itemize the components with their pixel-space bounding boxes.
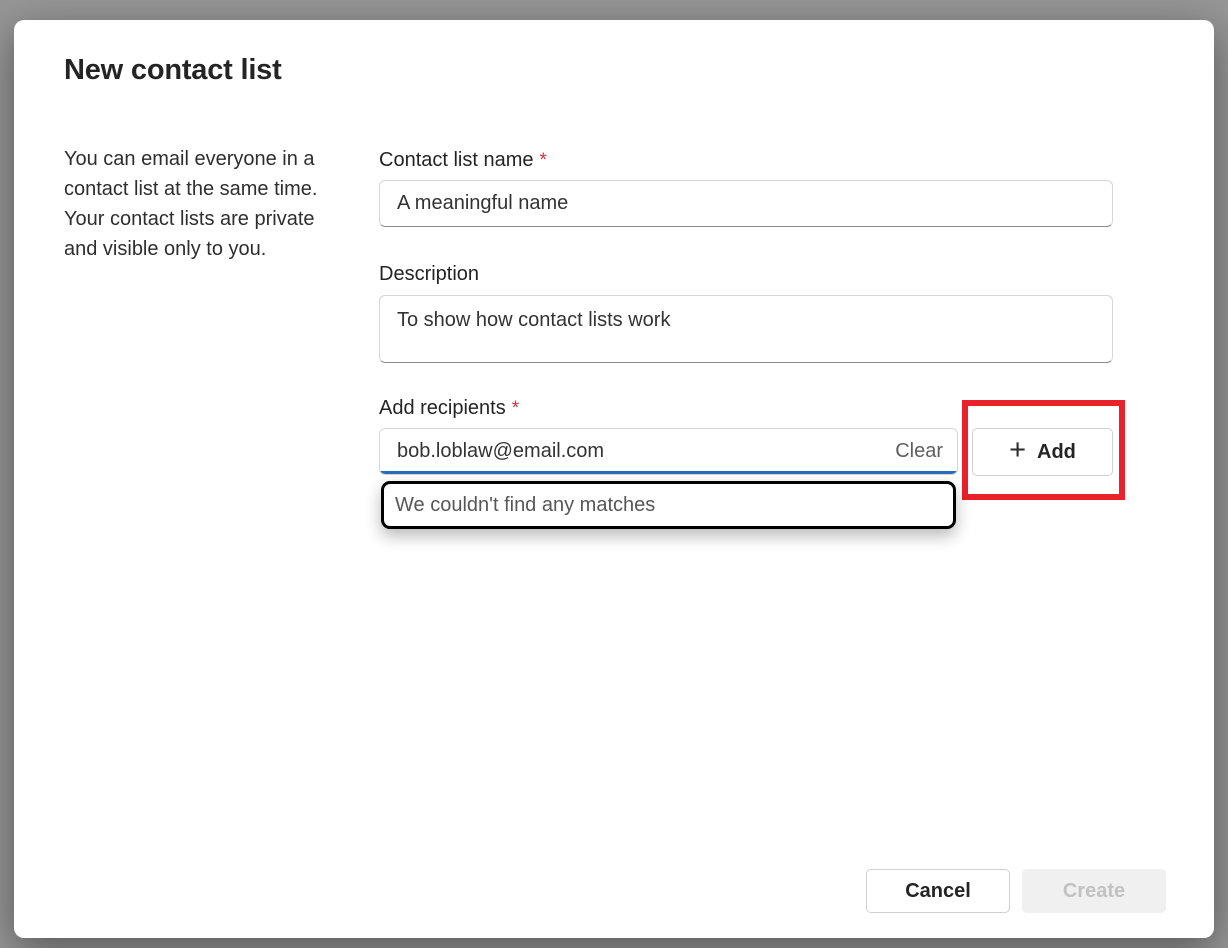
- recipient-suggestions-dropdown: We couldn't find any matches: [381, 481, 956, 529]
- clear-button[interactable]: Clear: [895, 429, 943, 473]
- cancel-button[interactable]: Cancel: [866, 869, 1010, 913]
- description-label: Description: [379, 263, 1113, 285]
- page-title: New contact list: [64, 54, 282, 87]
- add-recipients-label-text: Add recipients: [379, 397, 506, 419]
- no-matches-message: We couldn't find any matches: [395, 494, 655, 517]
- new-contact-list-dialog: New contact list You can email everyone …: [14, 20, 1214, 938]
- required-asterisk: *: [540, 150, 547, 171]
- contact-list-info-text: You can email everyone in a contact list…: [64, 144, 344, 264]
- modal-backdrop: New contact list You can email everyone …: [0, 0, 1228, 948]
- contact-list-name-label: Contact list name *: [379, 149, 1113, 171]
- description-textarea[interactable]: To show how contact lists work: [379, 295, 1113, 363]
- add-button-label: Add: [1037, 441, 1076, 464]
- add-recipients-label: Add recipients *: [379, 397, 1113, 419]
- create-button[interactable]: Create: [1022, 869, 1166, 913]
- contact-list-name-input[interactable]: [379, 180, 1113, 227]
- recipients-search-input[interactable]: [380, 429, 820, 473]
- contact-list-form: Contact list name * Description To show h…: [379, 149, 1113, 475]
- required-asterisk: *: [512, 398, 519, 419]
- add-button[interactable]: + Add: [972, 428, 1113, 476]
- contact-list-name-label-text: Contact list name: [379, 149, 534, 171]
- plus-icon: +: [1009, 436, 1026, 465]
- recipients-input-box: Clear: [379, 428, 958, 475]
